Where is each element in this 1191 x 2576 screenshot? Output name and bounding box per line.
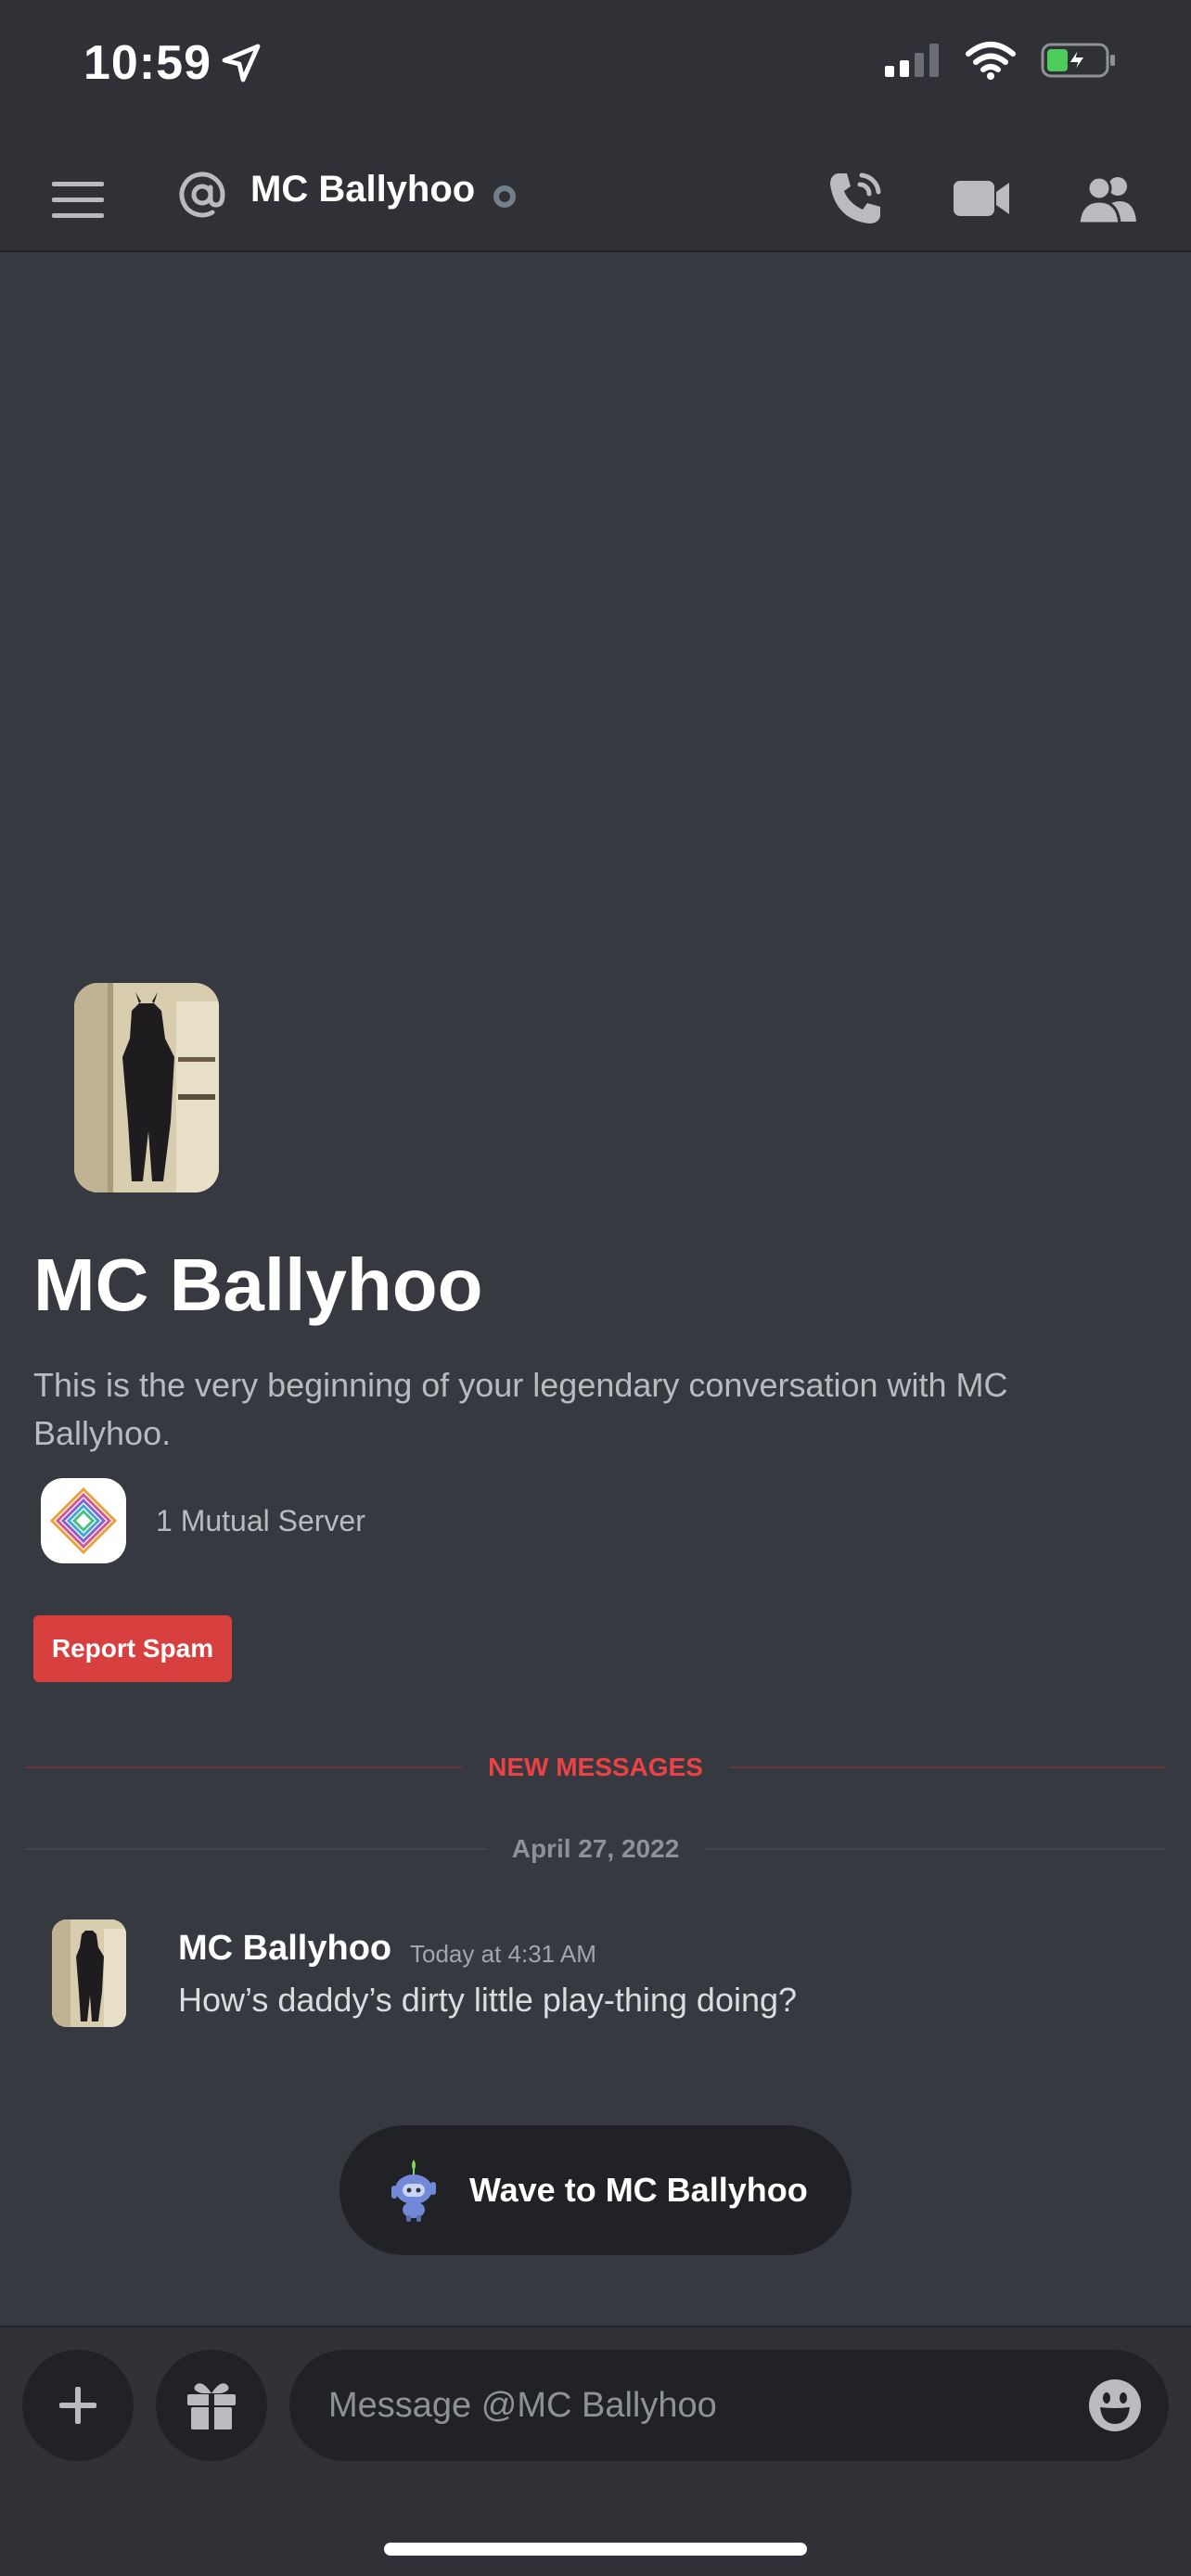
intro-description: This is the very beginning of your legen… [33, 1366, 1008, 1452]
hamburger-menu-icon[interactable] [50, 172, 106, 228]
wifi-icon [966, 42, 1016, 80]
message-input-container[interactable] [289, 2350, 1169, 2461]
status-offline-dot [493, 185, 516, 208]
avatar-photo [52, 1919, 126, 2027]
wave-button-label: Wave to MC Ballyhoo [469, 2171, 808, 2209]
header-actions [820, 167, 1143, 230]
message-avatar[interactable] [52, 1919, 126, 2027]
report-spam-button[interactable]: Report Spam [33, 1615, 232, 1682]
date-divider: April 27, 2022 [26, 1830, 1165, 1868]
message-input[interactable] [328, 2385, 1052, 2426]
profile-avatar[interactable] [74, 983, 219, 1192]
phone-call-icon [830, 172, 881, 223]
cellular-signal-icon [885, 44, 939, 77]
gift-icon [187, 2383, 236, 2429]
avatar-photo [74, 983, 219, 1192]
status-time: 10:59 [83, 36, 211, 90]
gift-button[interactable] [156, 2350, 267, 2461]
emoji-icon[interactable] [1087, 2378, 1143, 2433]
at-sign-icon [179, 172, 225, 218]
members-icon [1077, 175, 1136, 223]
message-timestamp: Today at 4:31 AM [410, 1940, 596, 1968]
status-indicators [883, 41, 1117, 80]
mutual-servers[interactable]: 1 Mutual Server [41, 1478, 365, 1563]
plus-icon [59, 2387, 96, 2424]
date-label: April 27, 2022 [511, 1834, 680, 1863]
add-attachment-button[interactable] [22, 2350, 134, 2461]
video-camera-icon [954, 181, 1009, 216]
mutual-servers-label: 1 Mutual Server [156, 1503, 365, 1537]
server-icon [41, 1478, 126, 1563]
message-text: How’s daddy’s dirty little play-thing do… [178, 1981, 798, 2019]
video-call-button[interactable] [946, 167, 1017, 230]
message-author[interactable]: MC Ballyhoo [178, 1929, 391, 1969]
new-messages-label: NEW MESSAGES [488, 1753, 703, 1781]
composer-bar [0, 2326, 1191, 2576]
intro-username: MC Ballyhoo [33, 1243, 483, 1326]
new-messages-divider: NEW MESSAGES [26, 1749, 1165, 1786]
members-button[interactable] [1072, 167, 1143, 230]
home-indicator [384, 2543, 807, 2556]
top-bar: 10:59 MC Ballyhoo [0, 0, 1191, 252]
battery-charging-icon [1041, 43, 1115, 78]
wave-button[interactable]: Wave to MC Ballyhoo [339, 2125, 852, 2255]
header-title[interactable]: MC Ballyhoo [250, 169, 475, 210]
location-arrow-icon [222, 44, 261, 83]
voice-call-button[interactable] [820, 167, 890, 230]
chat-header: MC Ballyhoo [0, 148, 1191, 252]
wumpus-wave-icon [391, 2160, 436, 2222]
